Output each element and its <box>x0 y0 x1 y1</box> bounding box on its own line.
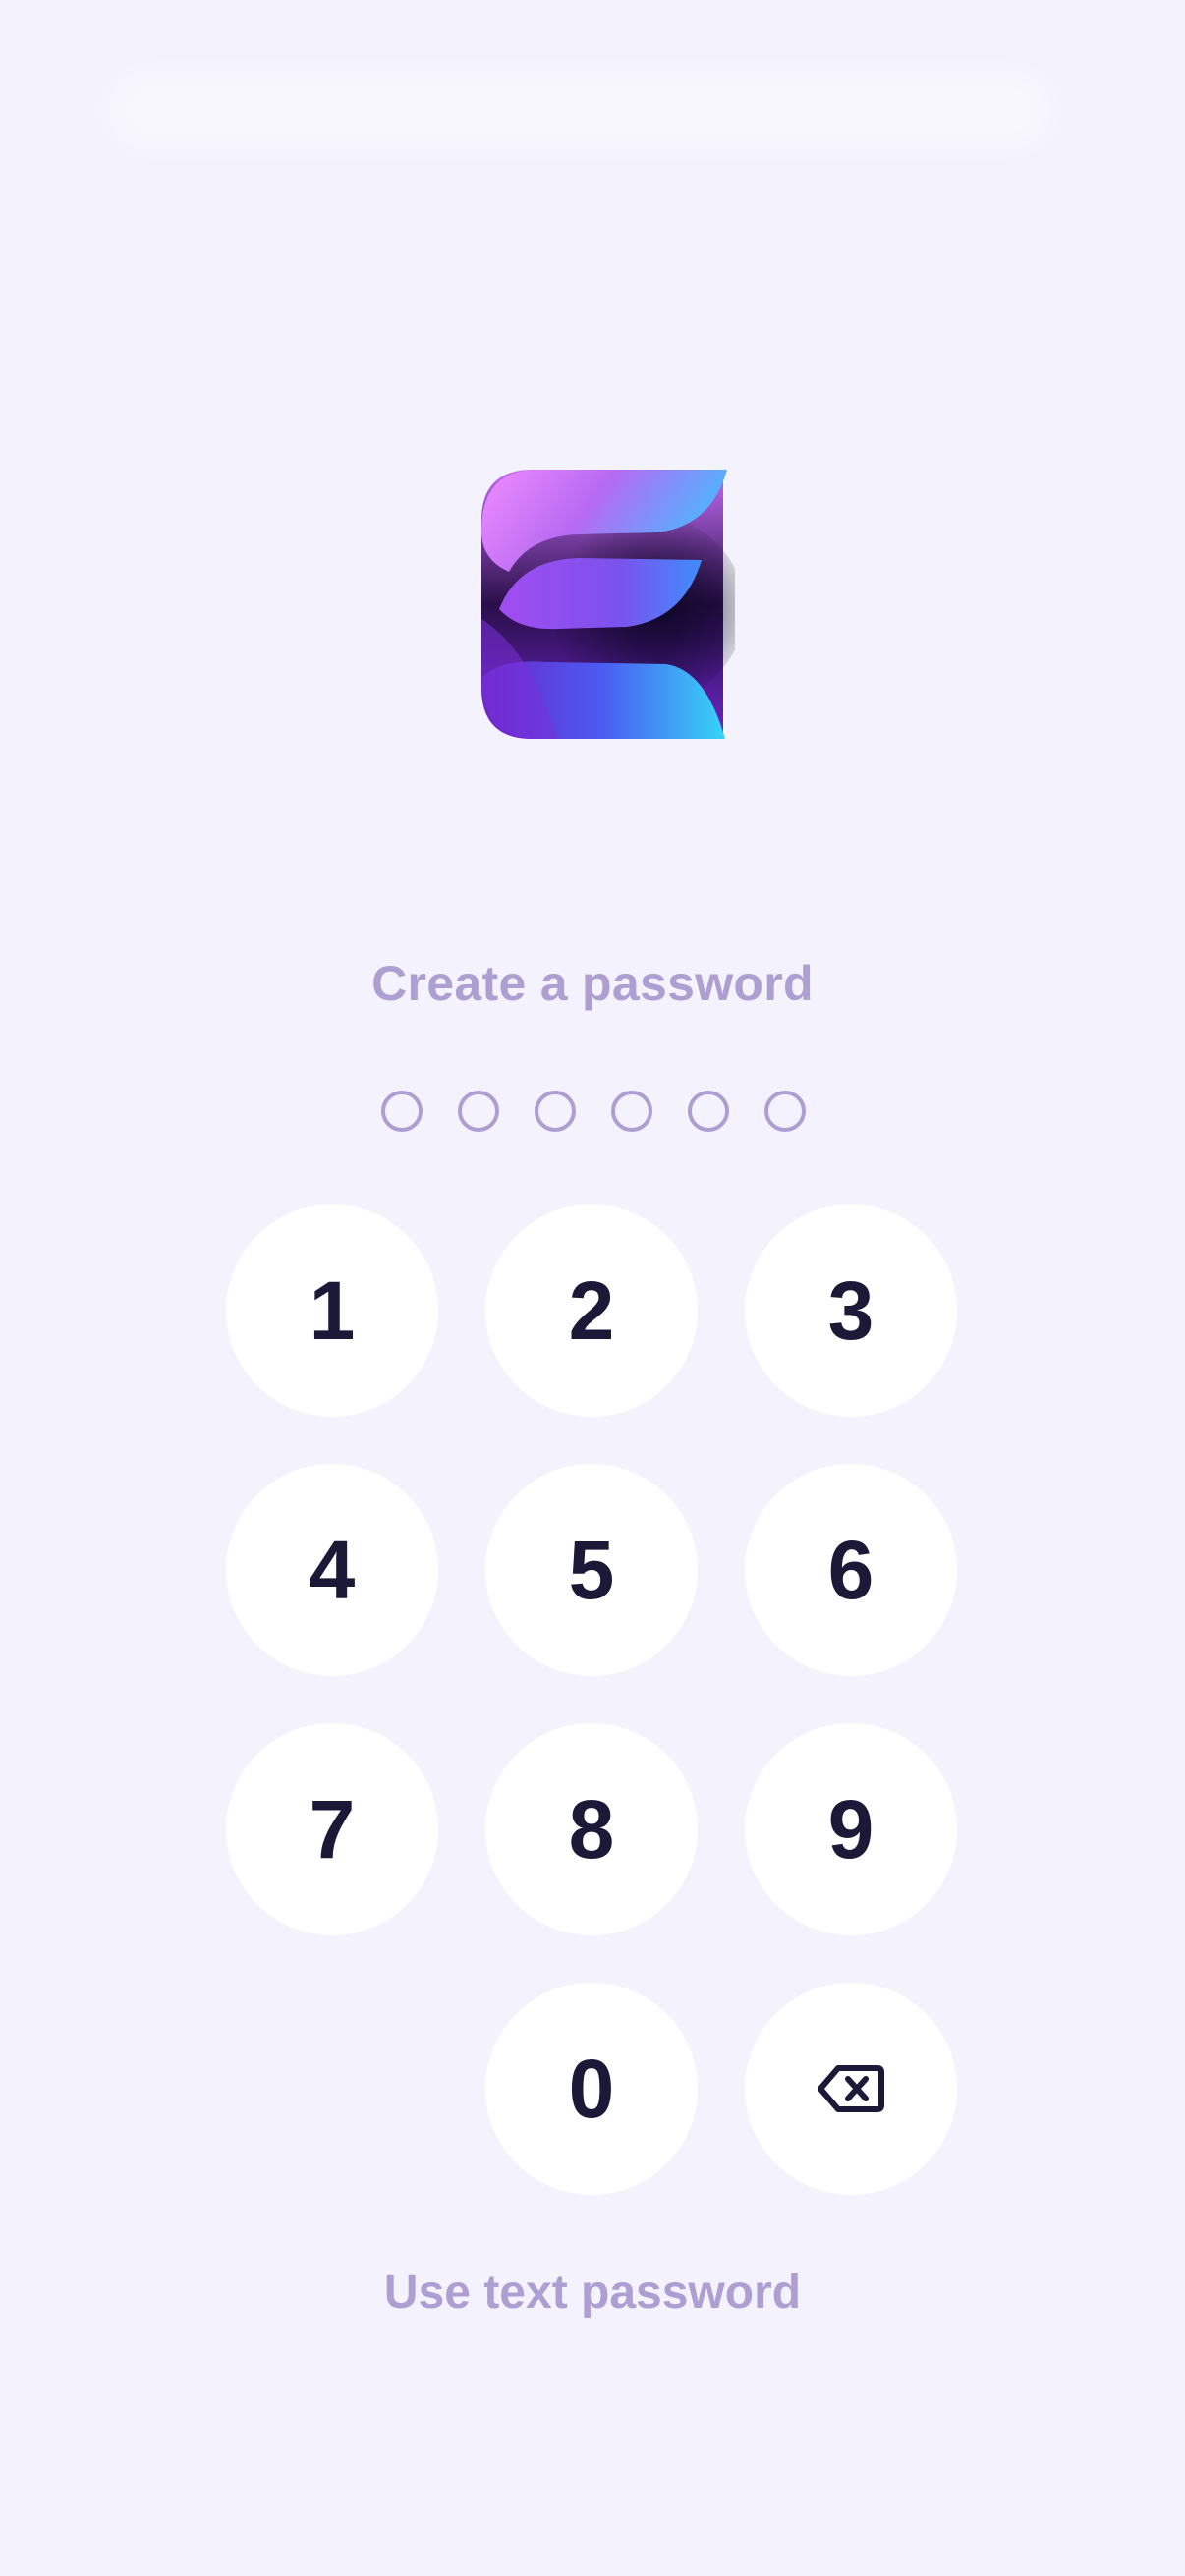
key-0[interactable]: 0 <box>485 1983 698 2195</box>
status-bar <box>108 71 1051 149</box>
passcode-dot <box>688 1091 729 1132</box>
key-1[interactable]: 1 <box>226 1204 438 1417</box>
key-8[interactable]: 8 <box>485 1723 698 1935</box>
key-2[interactable]: 2 <box>485 1204 698 1417</box>
passcode-dot <box>611 1091 652 1132</box>
key-9[interactable]: 9 <box>745 1723 957 1935</box>
passcode-dot <box>764 1091 806 1132</box>
key-4[interactable]: 4 <box>226 1464 438 1676</box>
passcode-dot <box>458 1091 499 1132</box>
app-logo-icon <box>481 470 735 739</box>
key-5[interactable]: 5 <box>485 1464 698 1676</box>
passcode-dot <box>535 1091 576 1132</box>
passcode-indicator <box>377 1091 808 1136</box>
backspace-icon <box>818 2065 884 2112</box>
use-text-password-link[interactable]: Use text password <box>0 2266 1185 2320</box>
backspace-button[interactable] <box>745 1983 957 2195</box>
key-6[interactable]: 6 <box>745 1464 957 1676</box>
prompt-title: Create a password <box>371 956 814 1011</box>
key-7[interactable]: 7 <box>226 1723 438 1935</box>
key-3[interactable]: 3 <box>745 1204 957 1417</box>
passcode-dot <box>381 1091 423 1132</box>
